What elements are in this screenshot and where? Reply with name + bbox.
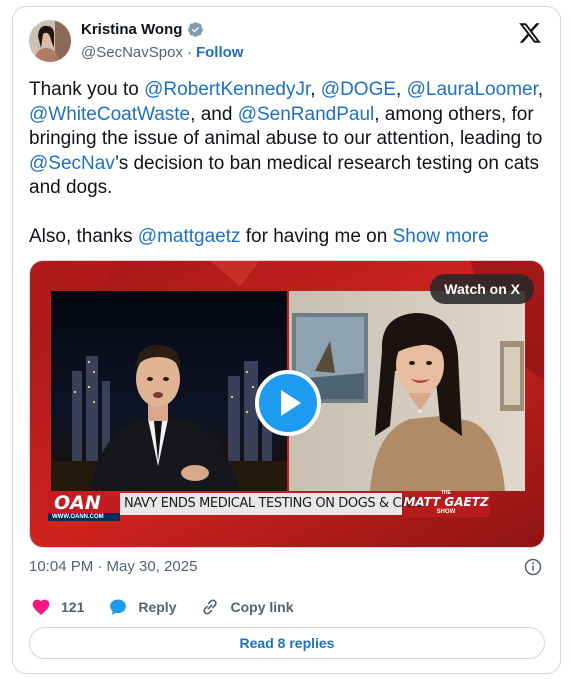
tweet-text-segment: Thank you to xyxy=(29,79,145,100)
show-logo-main: MATT GAETZ xyxy=(403,495,489,509)
tweet-text: Thank you to @RobertKennedyJr, @DOGE, @L… xyxy=(29,78,549,250)
tweet-paragraph-2: Also, thanks @mattgaetz for having me on… xyxy=(29,225,549,250)
mention-link[interactable]: @mattgaetz xyxy=(138,226,241,247)
like-button[interactable]: 121 xyxy=(31,597,84,617)
verified-badge-icon xyxy=(188,22,204,37)
action-bar: 121 Reply Copy link xyxy=(31,597,318,617)
tweet-text-segment: , xyxy=(310,79,321,100)
tweet-card: Kristina Wong @SecNavSpox · Follow Thank… xyxy=(12,6,561,674)
mention-link[interactable]: @LauraLoomer xyxy=(407,79,538,100)
chyron-network-logo: OAN xyxy=(54,492,101,514)
tweet-text-prefix: Also, thanks xyxy=(29,226,138,247)
tweet-text-segment: , xyxy=(537,79,544,100)
tweet-paragraph: Thank you to @RobertKennedyJr, @DOGE, @L… xyxy=(29,78,549,201)
show-more-link[interactable]: Show more xyxy=(393,226,489,247)
show-logo-bottom: SHOW xyxy=(436,509,456,515)
play-icon xyxy=(281,390,301,416)
tweet-text-suffix: for having me on xyxy=(240,226,393,247)
link-icon xyxy=(203,599,218,615)
video-player[interactable]: OAN WWW.OANN.COM NAVY ENDS MEDICAL TESTI… xyxy=(29,260,545,548)
watch-on-x-button[interactable]: Watch on X xyxy=(430,274,534,304)
mention-link[interactable]: @SecNav xyxy=(29,153,115,174)
tweet-text-segment: , xyxy=(396,79,407,100)
heart-icon xyxy=(32,599,50,615)
author-handle[interactable]: @SecNavSpox xyxy=(81,44,183,61)
mention-link[interactable]: @WhiteCoatWaste xyxy=(29,104,190,125)
mention-link[interactable]: @DOGE xyxy=(321,79,396,100)
copy-link-label: Copy link xyxy=(230,599,294,615)
author-name[interactable]: Kristina Wong xyxy=(81,21,182,38)
show-logo: THE MATT GAETZ SHOW xyxy=(402,490,490,516)
like-count: 121 xyxy=(61,599,85,615)
reply-button[interactable]: Reply xyxy=(108,597,176,617)
handle-separator: · xyxy=(186,44,192,61)
copy-link-button[interactable]: Copy link xyxy=(200,597,294,617)
mention-link[interactable]: @RobertKennedyJr xyxy=(144,79,310,100)
reply-bubble-icon xyxy=(110,599,127,615)
play-button[interactable] xyxy=(255,370,321,436)
mention-link[interactable]: @SenRandPaul xyxy=(238,104,375,125)
reply-label: Reply xyxy=(138,599,177,615)
read-replies-button[interactable]: Read 8 replies xyxy=(29,627,545,659)
info-icon[interactable] xyxy=(524,558,542,576)
follow-link[interactable]: Follow xyxy=(196,44,244,61)
avatar[interactable] xyxy=(29,20,71,62)
chyron-site: WWW.OANN.COM xyxy=(52,514,104,520)
chyron-headline: NAVY ENDS MEDICAL TESTING ON DOGS & CATS xyxy=(124,496,425,511)
x-logo-icon[interactable] xyxy=(518,21,542,45)
tweet-text-segment: , and xyxy=(190,103,238,125)
timestamp[interactable]: 10:04 PM · May 30, 2025 xyxy=(29,558,197,575)
